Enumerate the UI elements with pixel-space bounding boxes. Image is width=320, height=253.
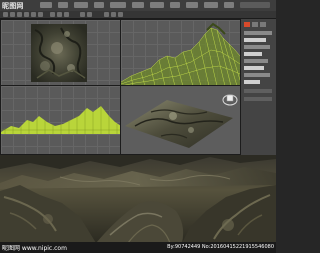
move-icon[interactable] [24,12,29,17]
menu-item[interactable] [74,2,88,8]
material-editor-icon[interactable] [104,12,109,17]
undo-icon[interactable] [3,12,8,17]
viewport-front[interactable] [120,19,241,87]
redo-icon[interactable] [10,12,15,17]
viewcube-icon[interactable] [222,92,238,106]
menu-item[interactable] [170,2,180,8]
hierarchy-tab-icon[interactable] [260,22,266,27]
panel-row[interactable] [244,59,268,63]
watermark-top: 昵图网 [2,2,24,10]
render-setup-icon[interactable] [111,12,116,17]
rendered-terrain-image [0,155,276,243]
panel-row[interactable] [244,52,262,56]
menu-item[interactable] [150,2,164,8]
menu-item[interactable] [204,2,218,8]
modify-tab-icon[interactable] [252,22,258,27]
menu-item[interactable] [110,2,126,8]
terrain-render [0,155,276,243]
align-icon[interactable] [87,12,92,17]
menu-item[interactable] [94,2,104,8]
menu-item[interactable] [186,2,198,8]
panel-row[interactable] [244,66,264,70]
select-icon[interactable] [17,12,22,17]
terrain-top-view [31,24,87,82]
command-panel [240,19,276,155]
rotate-icon[interactable] [31,12,36,17]
menu-item[interactable] [40,2,52,8]
scale-icon[interactable] [38,12,43,17]
viewport-left[interactable] [0,85,122,155]
menu-item[interactable] [132,2,144,8]
render-icon[interactable] [118,12,123,17]
panel-row[interactable] [244,97,272,101]
wireframe-mountain-front [121,22,240,86]
panel-row[interactable] [244,38,266,42]
menu-item[interactable] [58,2,68,8]
3dsmax-window: 昵图网 昵图网 www.nipic.com By:90742449 No:201… [0,0,276,253]
panel-row[interactable] [244,73,270,77]
panel-row[interactable] [244,45,270,49]
mirror-icon[interactable] [80,12,85,17]
panel-row[interactable] [244,80,260,84]
panel-row[interactable] [244,89,272,93]
viewport-top[interactable] [0,19,122,87]
percent-snap-icon[interactable] [64,12,69,17]
main-toolbar [0,11,276,19]
angle-snap-icon[interactable] [57,12,62,17]
search-box[interactable] [240,2,270,8]
viewport-perspective[interactable] [120,85,241,155]
create-tab-icon[interactable] [244,22,250,27]
watermark-site: 昵图网 www.nipic.com [2,245,67,252]
menu-item[interactable] [224,2,234,8]
wireframe-mountain-left [1,106,121,134]
snap-icon[interactable] [50,12,55,17]
panel-row[interactable] [244,31,272,35]
watermark-strip: 昵图网 www.nipic.com By:90742449 No:2016041… [0,242,276,253]
watermark-id: By:90742449 No:20160415221915546080 [167,244,274,250]
